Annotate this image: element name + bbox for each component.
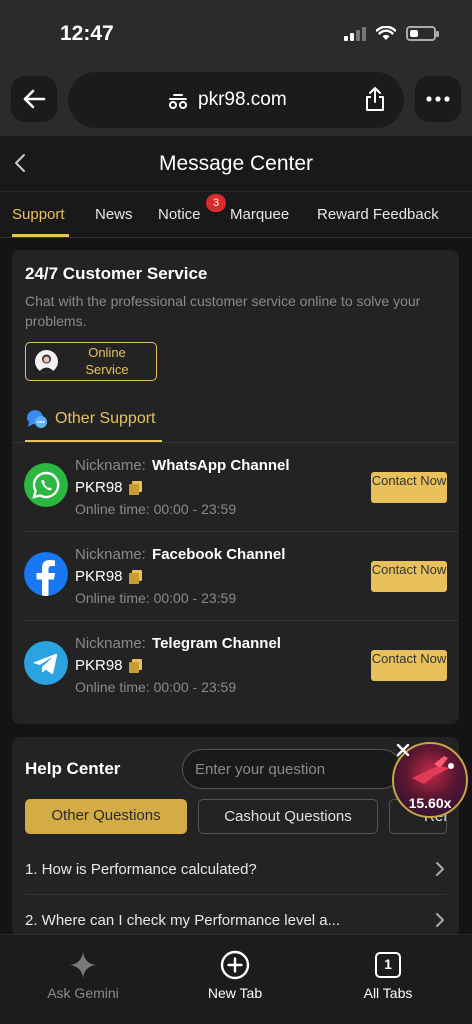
online-time-value: 00:00 - 23:59 [153, 679, 237, 695]
other-support-label: Other Support [55, 410, 156, 427]
nickname-label: Nickname: [75, 457, 146, 474]
channel-id: PKR98 [75, 568, 142, 585]
channel-name: Telegram Channel [152, 635, 281, 652]
notice-badge: 3 [206, 194, 226, 212]
share-icon[interactable] [364, 86, 386, 112]
support-channel-facebook: Nickname: Facebook Channel PKR98 Online … [12, 532, 459, 621]
status-icons [344, 26, 439, 41]
channel-nickname: Nickname: WhatsApp Channel [75, 457, 290, 474]
channel-name: Facebook Channel [152, 546, 286, 563]
tab-count: 1 [384, 956, 392, 972]
more-horizontal-icon [426, 96, 450, 102]
site-settings-icon[interactable] [168, 92, 188, 110]
nickname-label: Nickname: [75, 635, 146, 652]
new-tab-label: New Tab [207, 985, 263, 1001]
tab-support[interactable]: Support [12, 206, 65, 223]
url-text: pkr98.com [198, 89, 287, 110]
telegram-icon [24, 641, 68, 685]
channel-name: WhatsApp Channel [152, 457, 290, 474]
online-time-value: 00:00 - 23:59 [153, 590, 237, 606]
tab-notice[interactable]: Notice [158, 206, 201, 223]
support-channel-telegram: Nickname: Telegram Channel PKR98 Online … [12, 621, 459, 710]
status-bar: 12:47 [0, 0, 472, 66]
nickname-label: Nickname: [75, 546, 146, 563]
multiplier-value: 15.60x [408, 795, 452, 811]
faq-item[interactable]: 2. Where can I check my Performance leve… [25, 895, 446, 934]
facebook-icon [24, 552, 68, 596]
page-header: Message Center [0, 136, 472, 192]
address-bar[interactable]: pkr98.com [68, 72, 404, 128]
all-tabs-button[interactable]: 1 All Tabs [343, 949, 433, 1001]
faq-item[interactable]: 1. How is Performance calculated? [25, 844, 446, 895]
message-center-page: Message Center Support News Notice 3 Mar… [0, 136, 472, 934]
channel-nickname: Nickname: Facebook Channel [75, 546, 285, 563]
chevron-right-icon [436, 862, 444, 876]
channel-id-text: PKR98 [75, 479, 123, 496]
contact-now-button[interactable]: Contact Now [371, 650, 447, 681]
cellular-signal-icon [344, 26, 366, 41]
status-time: 12:47 [60, 22, 114, 45]
customer-service-title: 24/7 Customer Service [25, 264, 208, 283]
gemini-sparkle-icon [70, 952, 96, 978]
whatsapp-icon [24, 463, 68, 507]
wifi-icon [376, 26, 396, 40]
customer-service-card: 24/7 Customer Service Chat with the prof… [12, 250, 459, 724]
all-tabs-label: All Tabs [363, 985, 413, 1001]
message-tabs: Support News Notice 3 Marquee Reward Fee… [0, 192, 472, 238]
online-service-button[interactable]: Online Service [25, 342, 157, 381]
channel-online-time: Online time: 00:00 - 23:59 [75, 501, 236, 517]
arrow-left-icon [23, 89, 46, 109]
tab-marquee[interactable]: Marquee [230, 206, 289, 223]
ask-gemini-label: Ask Gemini [47, 985, 119, 1001]
agent-avatar [35, 350, 58, 373]
question-search-input[interactable] [182, 749, 402, 789]
online-time-label: Online time: [75, 679, 150, 695]
copy-icon[interactable] [128, 569, 142, 584]
help-center-title: Help Center [25, 759, 121, 778]
tab-news[interactable]: News [95, 206, 133, 223]
faq-question: 2. Where can I check my Performance leve… [25, 912, 341, 929]
faq-question: 1. How is Performance calculated? [25, 861, 257, 878]
channel-id: PKR98 [75, 479, 142, 496]
ask-gemini-button[interactable]: Ask Gemini [38, 949, 128, 1001]
plus-circle-icon [220, 950, 250, 980]
copy-icon[interactable] [128, 658, 142, 673]
channel-nickname: Nickname: Telegram Channel [75, 635, 281, 652]
channel-id-text: PKR98 [75, 568, 123, 585]
copy-icon[interactable] [128, 480, 142, 495]
new-tab-button[interactable]: New Tab [190, 949, 280, 1001]
support-channel-whatsapp: Nickname: WhatsApp Channel PKR98 Online … [12, 443, 459, 532]
channel-id: PKR98 [75, 657, 142, 674]
channel-online-time: Online time: 00:00 - 23:59 [75, 590, 236, 606]
close-icon[interactable] [396, 743, 410, 757]
tabs-count-icon: 1 [375, 952, 401, 978]
tab-cashout-questions[interactable]: Cashout Questions [198, 799, 378, 834]
battery-icon [406, 26, 439, 41]
customer-service-description: Chat with the professional customer serv… [25, 293, 421, 329]
chevron-right-icon [436, 913, 444, 927]
browser-bottom-toolbar: Ask Gemini New Tab 1 All Tabs [0, 934, 472, 1024]
channel-id-text: PKR98 [75, 657, 123, 674]
active-tab-indicator [12, 234, 69, 237]
online-time-value: 00:00 - 23:59 [153, 501, 237, 517]
browser-toolbar: pkr98.com [0, 66, 472, 136]
contact-now-button[interactable]: Contact Now [371, 472, 447, 503]
online-time-label: Online time: [75, 501, 150, 517]
other-support-tab[interactable]: Other Support [25, 408, 156, 430]
tab-reward-feedback[interactable]: Reward Feedback [317, 206, 439, 223]
contact-now-button[interactable]: Contact Now [371, 561, 447, 592]
help-center-card: Help Center Other Questions Cashout Ques… [12, 737, 459, 934]
browser-back-button[interactable] [11, 76, 57, 122]
chat-bubble-icon [26, 410, 47, 428]
online-service-label: Online Service [85, 345, 129, 377]
online-time-label: Online time: [75, 590, 150, 606]
browser-menu-button[interactable] [415, 76, 461, 122]
channel-online-time: Online time: 00:00 - 23:59 [75, 679, 236, 695]
tab-other-questions[interactable]: Other Questions [25, 799, 187, 834]
page-title: Message Center [158, 152, 314, 175]
